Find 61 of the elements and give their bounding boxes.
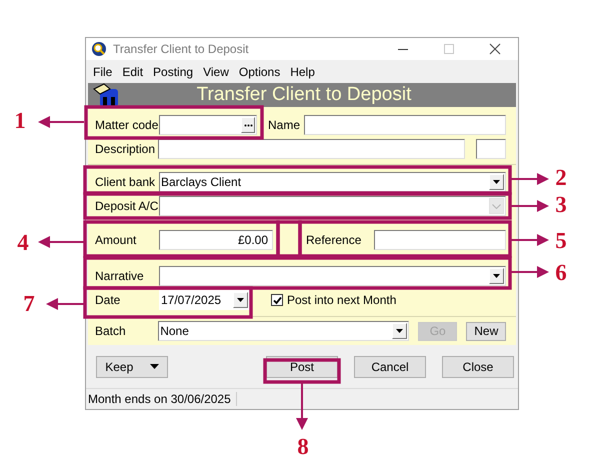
action-button[interactable]: Cancel — [354, 356, 426, 378]
ellipsis-icon — [244, 124, 252, 126]
callout-arrow — [510, 173, 549, 185]
callout-arrow — [510, 234, 549, 246]
menu-item[interactable]: Edit — [117, 64, 148, 78]
callout-arrow — [46, 298, 85, 310]
menu-item[interactable]: Help — [285, 64, 320, 78]
window-title: Transfer Client to Deposit — [113, 42, 250, 56]
status-text: Month ends on 30/06/2025 — [86, 392, 237, 406]
callout-number: 3 — [555, 192, 567, 218]
batch-dropdown[interactable]: None — [158, 321, 409, 341]
amount-field[interactable]: £0.00 — [159, 230, 273, 250]
batch-button[interactable]: New — [466, 322, 506, 340]
callout-number: 4 — [17, 230, 29, 256]
banner-title: Transfer Client to Deposit — [196, 84, 412, 106]
field-label: Name — [268, 118, 302, 132]
menu-item[interactable]: View — [198, 64, 234, 78]
input-field[interactable] — [476, 139, 506, 159]
chevron-icon — [492, 204, 501, 208]
action-button[interactable]: Close — [442, 356, 514, 378]
checkbox[interactable] — [271, 294, 283, 306]
matter-code-field[interactable] — [159, 115, 257, 135]
field-label: Matter code — [95, 118, 159, 132]
field-label: Date — [95, 293, 122, 307]
caret-icon — [150, 364, 159, 369]
field-label: Client bank — [95, 175, 156, 189]
callout-number: 7 — [23, 291, 35, 317]
callout-arrow — [38, 116, 84, 128]
field-label: Narrative — [95, 269, 145, 283]
checkbox-label: Post into next Month — [287, 293, 396, 307]
split-button[interactable]: Keep — [96, 356, 168, 378]
field-label: Amount — [95, 233, 138, 247]
callout-number: 5 — [555, 228, 567, 254]
browse-button[interactable] — [241, 117, 255, 133]
callout-arrow — [510, 200, 549, 212]
description-field[interactable] — [158, 139, 466, 159]
caret-icon — [493, 274, 500, 278]
caret-icon — [493, 180, 500, 184]
field-label: Description — [95, 142, 156, 156]
magnifier-icon — [91, 41, 107, 57]
menu-item[interactable]: Options — [234, 64, 286, 78]
narrative-dropdown[interactable] — [159, 266, 506, 286]
menu-item[interactable]: File — [88, 64, 118, 78]
client-bank-dropdown[interactable]: Barclays Client — [159, 172, 506, 192]
caret-icon — [237, 298, 244, 302]
caret-icon — [396, 329, 403, 333]
menu-item[interactable]: Posting — [148, 64, 198, 78]
reference-field[interactable] — [374, 230, 506, 250]
callout-arrow — [510, 266, 549, 278]
name-field[interactable] — [304, 115, 506, 135]
checkmark-icon — [272, 296, 282, 304]
date-picker[interactable]: 17/07/2025 — [159, 290, 250, 310]
callout-arrow — [296, 382, 308, 430]
callout-number: 6 — [555, 260, 567, 286]
field-label: Batch — [95, 324, 127, 338]
callout-number: 1 — [14, 108, 26, 134]
callout-number: 2 — [555, 165, 567, 191]
field-label: Deposit A/C — [95, 199, 159, 213]
callout-number: 8 — [297, 434, 309, 457]
field-label: Reference — [306, 233, 362, 247]
callout-arrow — [38, 236, 85, 248]
